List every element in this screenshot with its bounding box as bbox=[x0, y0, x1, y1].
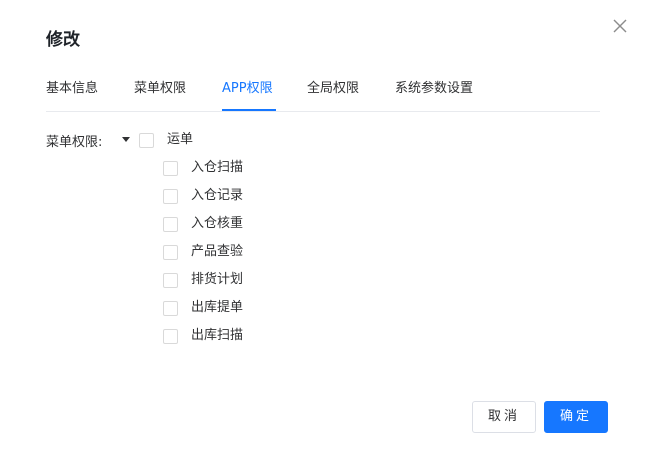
checkbox-child[interactable] bbox=[163, 301, 178, 316]
active-tab-indicator bbox=[222, 109, 276, 111]
tree-node-label: 出库扫描 bbox=[191, 328, 244, 343]
tree-node-label: 入仓扫描 bbox=[191, 160, 244, 175]
confirm-button[interactable]: 确定 bbox=[544, 401, 608, 433]
cancel-button[interactable]: 取消 bbox=[472, 401, 536, 433]
checkbox-child[interactable] bbox=[163, 189, 178, 204]
tab-bar: 基本信息 菜单权限 APP权限 全局权限 系统参数设置 bbox=[46, 76, 600, 112]
tree-node-label: 产品查验 bbox=[191, 244, 244, 259]
checkbox-child[interactable] bbox=[163, 245, 178, 260]
tab-global-permissions[interactable]: 全局权限 bbox=[307, 80, 359, 98]
tree-node-label-waybill: 运单 bbox=[167, 132, 194, 147]
checkbox-child[interactable] bbox=[163, 161, 178, 176]
checkbox-child[interactable] bbox=[163, 273, 178, 288]
close-icon[interactable] bbox=[610, 16, 630, 36]
tree-node-label: 入仓记录 bbox=[191, 188, 244, 203]
edit-dialog: 修改 基本信息 菜单权限 APP权限 全局权限 系统参数设置 菜单权限: 运单 … bbox=[0, 0, 645, 455]
menu-permissions-label: 菜单权限: bbox=[46, 135, 103, 150]
checkbox-child[interactable] bbox=[163, 217, 178, 232]
tab-system-settings[interactable]: 系统参数设置 bbox=[395, 80, 473, 98]
tab-app-permissions[interactable]: APP权限 bbox=[222, 80, 273, 98]
tab-basic-info[interactable]: 基本信息 bbox=[46, 80, 98, 98]
tab-menu-permissions[interactable]: 菜单权限 bbox=[134, 80, 186, 98]
tree-node-label: 入仓核重 bbox=[191, 216, 244, 231]
tree-node-label: 排货计划 bbox=[191, 272, 244, 287]
checkbox-child[interactable] bbox=[163, 329, 178, 344]
tree-node-label: 出库提单 bbox=[191, 300, 244, 315]
dialog-title: 修改 bbox=[46, 30, 80, 50]
caret-down-icon[interactable] bbox=[122, 137, 130, 142]
checkbox-waybill[interactable] bbox=[139, 133, 154, 148]
